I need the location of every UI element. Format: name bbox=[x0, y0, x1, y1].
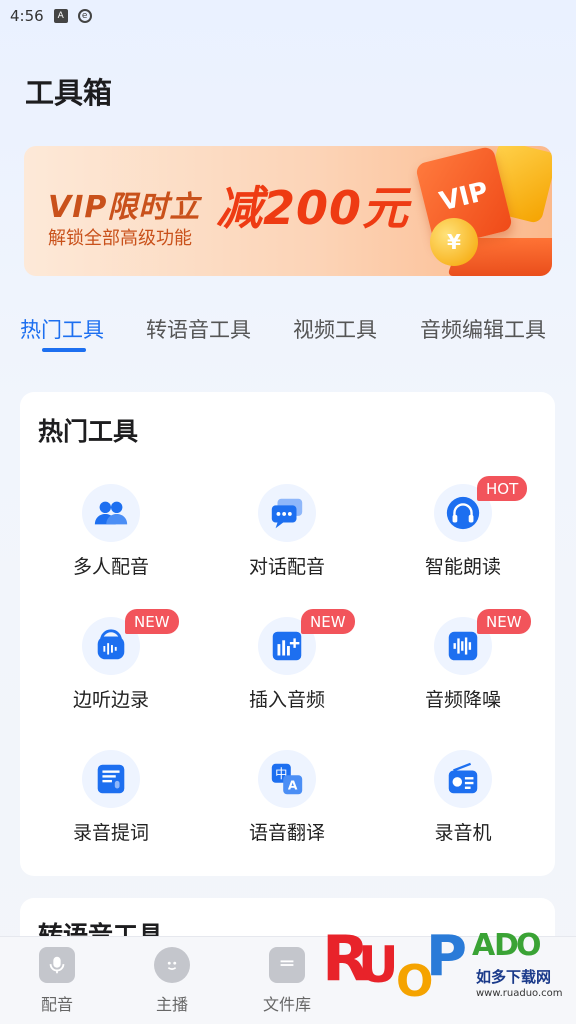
tool-label: 录音机 bbox=[434, 822, 492, 844]
keyboard-icon: A bbox=[53, 9, 68, 23]
tool-teleprompter[interactable]: 录音提词 bbox=[23, 750, 199, 870]
hot-badge: HOT bbox=[477, 476, 528, 501]
watermark-url: www.ruaduo.com bbox=[476, 988, 563, 999]
mic-icon bbox=[39, 947, 75, 983]
svg-text:A: A bbox=[288, 778, 298, 792]
new-badge: NEW bbox=[125, 609, 179, 634]
status-time: 4:56 bbox=[10, 7, 44, 25]
banner-headline: VIP限时立 bbox=[48, 190, 201, 225]
coin-icon: ¥ bbox=[430, 218, 478, 266]
nav-label: 配音 bbox=[40, 995, 73, 1014]
banner-subtitle: 解锁全部高级功能 bbox=[48, 228, 192, 249]
radio-recorder-icon bbox=[434, 750, 492, 808]
page-title: 工具箱 bbox=[25, 76, 113, 110]
status-bar: 4:56 A e bbox=[0, 0, 576, 32]
site-watermark-logo: R U O P A D O 如多下载网 www.ruaduo.com bbox=[322, 922, 563, 1022]
nav-label: 主播 bbox=[155, 995, 188, 1014]
section-title: 热门工具 bbox=[38, 417, 139, 446]
tool-category-tabs: 热门工具 转语音工具 视频工具 音频编辑工具 bbox=[0, 308, 576, 358]
nav-label: 文件库 bbox=[262, 995, 311, 1014]
active-tab-indicator bbox=[42, 348, 86, 352]
tool-label: 录音提词 bbox=[72, 822, 149, 844]
tool-label: 多人配音 bbox=[72, 556, 149, 578]
tool-listen-record[interactable]: NEW 边听边录 bbox=[23, 609, 199, 737]
tab-video-tools[interactable]: 视频工具 bbox=[293, 314, 377, 344]
tab-tts-tools[interactable]: 转语音工具 bbox=[146, 314, 251, 344]
tool-recorder[interactable]: 录音机 bbox=[375, 750, 551, 870]
folder-icon bbox=[269, 947, 305, 983]
tool-label: 音频降噪 bbox=[424, 689, 501, 711]
watermark-letter: P bbox=[426, 924, 468, 989]
tool-dialogue-voice[interactable]: 对话配音 bbox=[199, 484, 375, 604]
tab-audio-edit-tools[interactable]: 音频编辑工具 bbox=[420, 314, 546, 344]
tool-label: 对话配音 bbox=[248, 556, 325, 578]
tool-label: 边听边录 bbox=[72, 689, 149, 711]
watermark-letter: A bbox=[472, 928, 496, 963]
face-icon bbox=[154, 947, 190, 983]
hot-tools-card: 热门工具 多人配音 对话配音 HOT 智能朗读 NEW 边听边录 NEW 插入音… bbox=[20, 392, 555, 876]
tool-label: 智能朗读 bbox=[424, 556, 501, 578]
banner-discount: 减200元 bbox=[216, 181, 410, 235]
vip-promo-banner[interactable]: VIP限时立 减200元 解锁全部高级功能 VIP ¥ bbox=[24, 146, 552, 276]
nav-item-dubbing[interactable]: 配音 bbox=[12, 947, 102, 1015]
watermark-letter: U bbox=[358, 936, 399, 994]
tab-hot-tools[interactable]: 热门工具 bbox=[20, 314, 104, 344]
translate-icon: 中A bbox=[258, 750, 316, 808]
watermark-letter: O bbox=[516, 928, 542, 963]
chat-bubbles-icon bbox=[258, 484, 316, 542]
tool-noise-reduction[interactable]: NEW 音频降噪 bbox=[375, 609, 551, 737]
people-icon bbox=[82, 484, 140, 542]
tool-multi-voice[interactable]: 多人配音 bbox=[23, 484, 199, 604]
tool-voice-translate[interactable]: 中A 语音翻译 bbox=[199, 750, 375, 870]
tool-smart-read[interactable]: HOT 智能朗读 bbox=[375, 476, 551, 604]
tool-label: 插入音频 bbox=[248, 689, 325, 711]
watermark-tagline: 如多下载网 bbox=[476, 968, 552, 986]
teleprompter-icon bbox=[82, 750, 140, 808]
nav-item-anchor[interactable]: 主播 bbox=[127, 947, 217, 1015]
new-badge: NEW bbox=[477, 609, 531, 634]
nav-item-file-library[interactable]: 文件库 bbox=[242, 947, 332, 1015]
tool-insert-audio[interactable]: NEW 插入音频 bbox=[199, 609, 375, 737]
browser-icon: e bbox=[77, 9, 92, 23]
new-badge: NEW bbox=[301, 609, 355, 634]
tool-label: 语音翻译 bbox=[248, 822, 325, 844]
